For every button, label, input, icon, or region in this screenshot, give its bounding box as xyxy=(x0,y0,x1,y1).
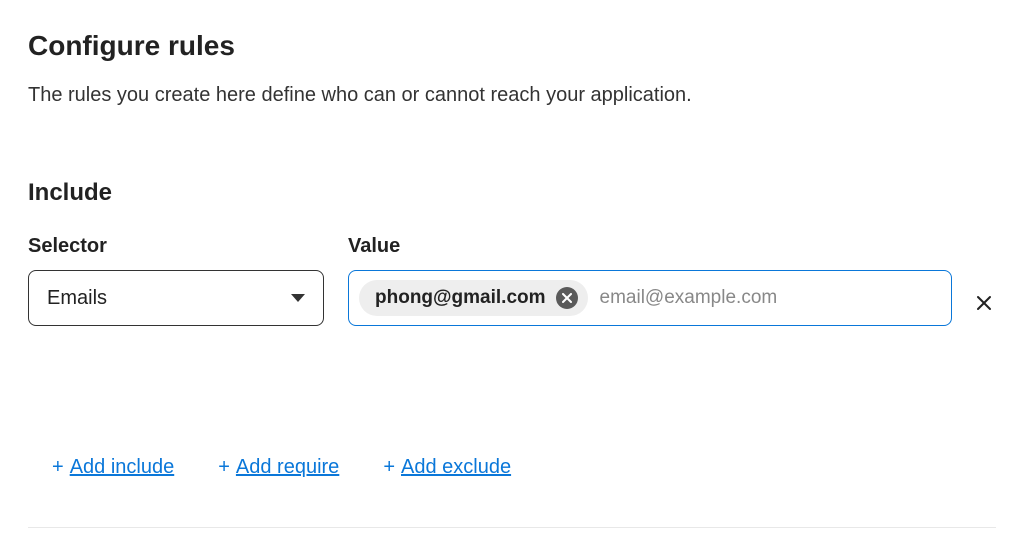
selector-label: Selector xyxy=(28,235,324,258)
add-exclude-label: Add exclude xyxy=(401,456,511,479)
add-include-label: Add include xyxy=(70,456,175,479)
value-chip-input[interactable]: phong@gmail.com xyxy=(348,270,952,326)
close-icon xyxy=(976,295,992,311)
value-field-group: Value phong@gmail.com xyxy=(348,235,996,326)
add-require-label: Add require xyxy=(236,456,339,479)
page-title: Configure rules xyxy=(28,30,996,62)
plus-icon: + xyxy=(218,456,230,479)
selector-dropdown-value: Emails xyxy=(47,287,107,310)
value-label: Value xyxy=(348,235,996,258)
include-rule-row: Selector Emails Value phong@gmail.com xyxy=(28,235,996,326)
add-include-button[interactable]: + Add include xyxy=(52,456,174,479)
close-icon xyxy=(562,293,572,303)
chip-remove-button[interactable] xyxy=(556,287,578,309)
page-description: The rules you create here define who can… xyxy=(28,84,996,107)
email-chip-text: phong@gmail.com xyxy=(375,287,546,309)
divider xyxy=(28,527,996,528)
rule-actions: + Add include + Add require + Add exclud… xyxy=(28,456,996,479)
value-input[interactable] xyxy=(600,287,941,309)
add-require-button[interactable]: + Add require xyxy=(218,456,339,479)
plus-icon: + xyxy=(383,456,395,479)
plus-icon: + xyxy=(52,456,64,479)
email-chip: phong@gmail.com xyxy=(359,280,588,316)
selector-field-group: Selector Emails xyxy=(28,235,324,326)
add-exclude-button[interactable]: + Add exclude xyxy=(383,456,511,479)
selector-dropdown[interactable]: Emails xyxy=(28,270,324,326)
chevron-down-icon xyxy=(291,294,305,302)
include-section-title: Include xyxy=(28,179,996,207)
remove-rule-button[interactable] xyxy=(972,291,996,319)
